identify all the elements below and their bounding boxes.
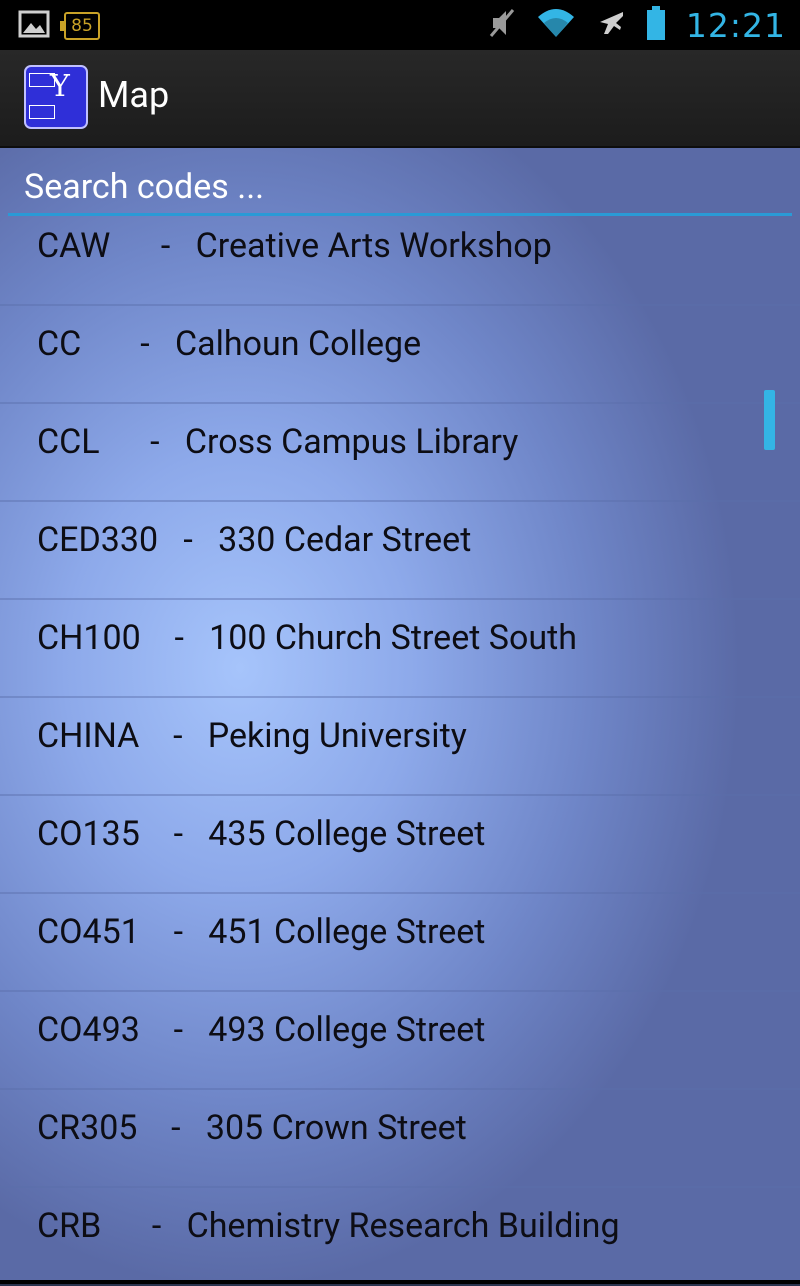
list-item-label: CHINA - Peking University — [37, 716, 467, 756]
wifi-icon — [536, 7, 576, 43]
list-item-label: CAW - Creative Arts Workshop — [37, 226, 552, 266]
battery-icon — [646, 6, 666, 44]
content-area: CAW - Creative Arts Workshop CC - Calhou… — [0, 148, 800, 1286]
app-icon-letter: Y — [50, 69, 70, 104]
list-item-label: CCL - Cross Campus Library — [37, 422, 519, 462]
list-item-label: CO493 - 493 College Street — [37, 1010, 486, 1050]
list-item-ch100[interactable]: CH100 - 100 Church Street South — [0, 600, 800, 698]
search-box[interactable] — [8, 152, 792, 216]
battery-level-icon: 85 — [60, 12, 100, 40]
list-item-co451[interactable]: CO451 - 451 College Street — [0, 894, 800, 992]
list-item-co493[interactable]: CO493 - 493 College Street — [0, 992, 800, 1090]
page-title: Map — [98, 74, 170, 116]
clock: 12:21 — [685, 5, 786, 45]
list-item-ced330[interactable]: CED330 - 330 Cedar Street — [0, 502, 800, 600]
status-bar: 85 12:21 — [0, 0, 800, 50]
action-bar: Y Map — [0, 50, 800, 148]
muted-icon — [488, 7, 516, 43]
list-item-china[interactable]: CHINA - Peking University — [0, 698, 800, 796]
list-item-caw[interactable]: CAW - Creative Arts Workshop — [0, 218, 800, 306]
app-icon[interactable]: Y — [24, 65, 88, 129]
search-input[interactable] — [8, 152, 792, 212]
list-item-cc[interactable]: CC - Calhoun College — [0, 306, 800, 404]
list-item-crb[interactable]: CRB - Chemistry Research Building — [0, 1188, 800, 1286]
scrollbar-thumb[interactable] — [764, 390, 775, 450]
code-list[interactable]: CAW - Creative Arts Workshop CC - Calhou… — [0, 218, 800, 1286]
list-item-label: CO451 - 451 College Street — [37, 912, 486, 952]
list-item-cr305[interactable]: CR305 - 305 Crown Street — [0, 1090, 800, 1188]
list-item-ccl[interactable]: CCL - Cross Campus Library — [0, 404, 800, 502]
image-notification-icon — [18, 10, 50, 42]
list-item-label: CR305 - 305 Crown Street — [37, 1108, 467, 1148]
airplane-mode-icon — [596, 8, 626, 42]
list-item-label: CC - Calhoun College — [37, 324, 422, 364]
list-item-label: CO135 - 435 College Street — [37, 814, 486, 854]
list-item-label: CH100 - 100 Church Street South — [37, 618, 577, 658]
app-icon-strip-bottom — [29, 105, 55, 119]
list-item-co135[interactable]: CO135 - 435 College Street — [0, 796, 800, 894]
list-item-label: CRB - Chemistry Research Building — [37, 1206, 620, 1246]
list-item-label: CED330 - 330 Cedar Street — [37, 520, 472, 560]
